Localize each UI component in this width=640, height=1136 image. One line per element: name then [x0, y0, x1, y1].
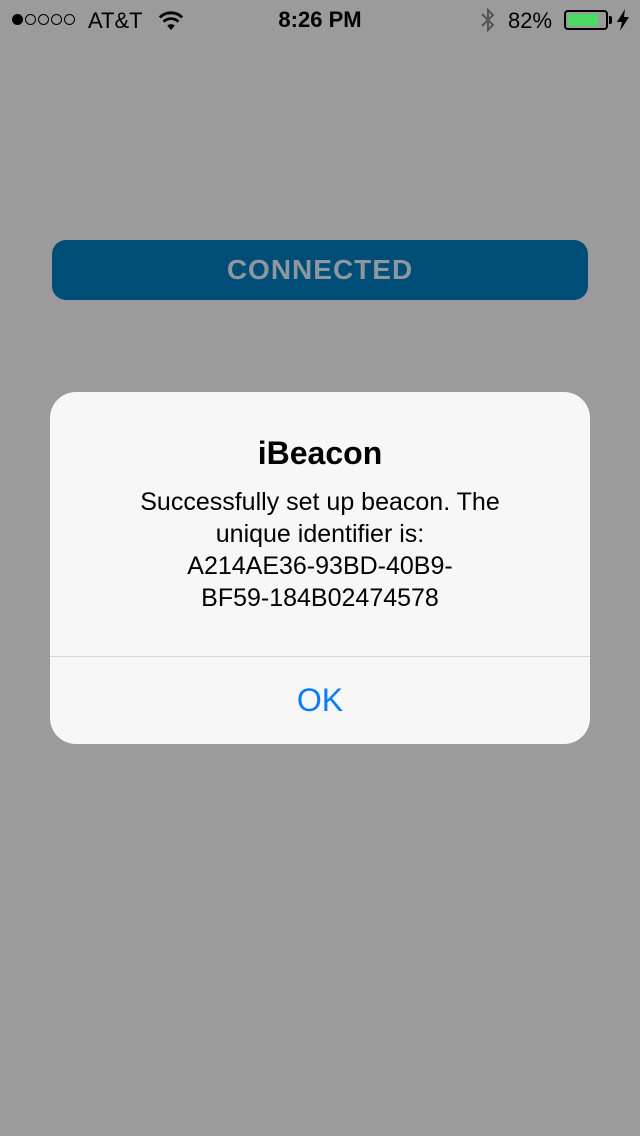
- alert-message-line: unique identifier is:: [215, 520, 425, 548]
- battery-cap: [609, 16, 612, 24]
- battery-level-fill: [568, 14, 598, 26]
- alert-dialog: iBeacon Successfully set up beacon. The …: [50, 392, 590, 744]
- alert-message-line: Successfully set up beacon. The: [140, 488, 500, 516]
- bolt-icon: [617, 9, 629, 31]
- battery-icon: [564, 10, 608, 30]
- alert-title: iBeacon: [257, 435, 383, 471]
- alert-message: Successfully set up beacon. The unique i…: [90, 486, 550, 614]
- bluetooth-icon: [481, 7, 495, 33]
- status-bar: AT&T 8:26 PM 82%: [0, 0, 640, 40]
- ok-button[interactable]: OK: [50, 657, 590, 744]
- connected-button[interactable]: CONNECTED: [52, 240, 588, 300]
- alert-message-line: BF59-184B02474578: [201, 584, 439, 612]
- alert-message-line: A214AE36-93BD-40B9-: [187, 552, 453, 580]
- battery-percentage: 82%: [508, 8, 553, 33]
